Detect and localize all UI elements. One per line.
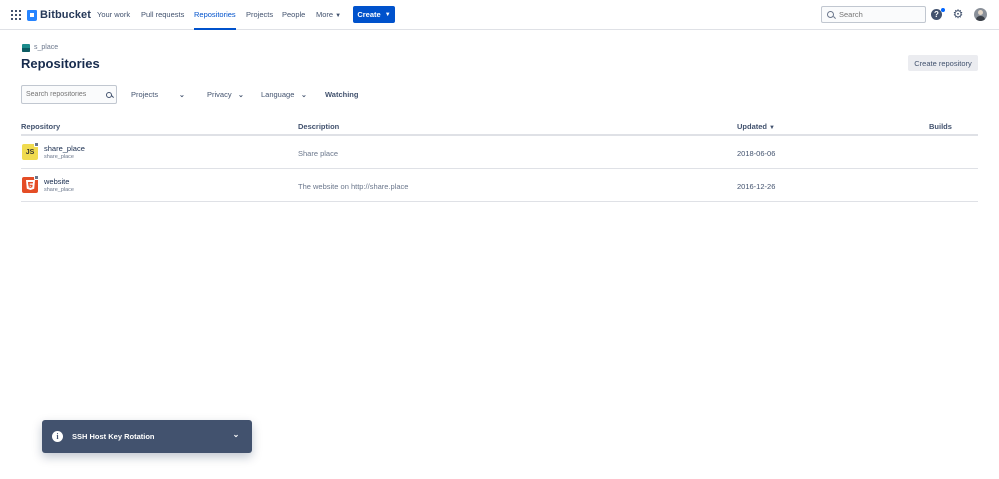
nav-people[interactable]: People	[282, 10, 305, 30]
info-icon: i	[52, 431, 63, 442]
workspace-breadcrumb[interactable]: s_place	[34, 44, 58, 51]
bitbucket-logo[interactable]: Bitbucket	[27, 8, 91, 22]
table-header-divider	[21, 134, 978, 136]
chevron-down-icon: ▼	[384, 11, 391, 18]
settings-gear-icon[interactable]: ⚙	[952, 8, 964, 20]
top-navigation: Bitbucket Your work Pull requests Reposi…	[0, 0, 999, 30]
notification-dot	[941, 8, 945, 12]
workspace-icon	[22, 44, 30, 52]
user-avatar[interactable]	[974, 8, 987, 21]
global-search-input[interactable]	[839, 10, 919, 19]
row-divider	[21, 168, 978, 169]
chevron-down-icon: ⌄	[238, 91, 244, 99]
page-title: Repositories	[21, 56, 100, 71]
private-lock-icon	[34, 175, 39, 180]
ssh-host-key-flag[interactable]: i SSH Host Key Rotation ⌄	[42, 420, 252, 453]
watching-filter-toggle[interactable]: Watching	[325, 90, 358, 99]
projects-filter-label: Projects	[131, 90, 159, 99]
nav-pull-requests[interactable]: Pull requests	[141, 10, 184, 30]
private-lock-icon	[34, 142, 39, 147]
repository-workspace: share_place	[44, 187, 74, 193]
nav-projects[interactable]: Projects	[246, 10, 273, 30]
column-header-updated[interactable]: Updated ▼	[737, 122, 775, 131]
column-header-description: Description	[298, 122, 340, 131]
nav-more[interactable]: More ▼	[316, 10, 341, 30]
language-filter-dropdown[interactable]: Language ⌄	[261, 90, 309, 99]
nav-more-label: More	[316, 10, 334, 19]
language-filter-label: Language	[261, 90, 295, 99]
flag-title: SSH Host Key Rotation	[72, 432, 155, 441]
create-button-label: Create	[357, 10, 381, 19]
create-button[interactable]: Create ▼	[353, 6, 395, 23]
apps-grid-icon[interactable]	[11, 10, 21, 20]
search-icon	[827, 11, 834, 18]
nav-your-work[interactable]: Your work	[97, 10, 130, 30]
privacy-filter-label: Privacy	[207, 90, 232, 99]
repository-updated-date: 2016-12-26	[737, 182, 776, 191]
sort-descending-icon: ▼	[769, 125, 775, 131]
create-repository-button[interactable]: Create repository	[908, 55, 978, 71]
repository-updated-date: 2018-06-06	[737, 149, 776, 158]
column-header-updated-label: Updated	[737, 122, 767, 131]
repository-name-link[interactable]: website	[44, 177, 69, 186]
projects-filter-dropdown[interactable]: Projects ⌄	[131, 90, 187, 99]
repository-search[interactable]	[21, 85, 117, 104]
table-bottom-divider	[21, 201, 978, 202]
chevron-down-icon: ⌄	[301, 91, 307, 99]
chevron-down-icon[interactable]: ⌄	[230, 430, 242, 442]
repository-name-link[interactable]: share_place	[44, 144, 85, 153]
repository-description: The website on http://share.place	[298, 182, 409, 191]
column-header-builds: Builds	[929, 122, 952, 131]
html5-shield-icon	[25, 180, 35, 190]
privacy-filter-dropdown[interactable]: Privacy ⌄	[207, 90, 247, 99]
bitbucket-logo-icon	[27, 9, 37, 21]
global-search[interactable]	[821, 6, 926, 23]
column-header-repository[interactable]: Repository	[21, 122, 60, 131]
repository-description: Share place	[298, 149, 339, 158]
chevron-down-icon: ⌄	[179, 91, 185, 99]
chevron-down-icon: ▼	[335, 13, 342, 19]
repository-search-input[interactable]	[26, 91, 102, 98]
search-icon[interactable]	[106, 91, 112, 98]
nav-repositories[interactable]: Repositories	[194, 10, 236, 30]
repository-workspace: share_place	[44, 154, 74, 160]
app-name: Bitbucket	[40, 9, 92, 21]
